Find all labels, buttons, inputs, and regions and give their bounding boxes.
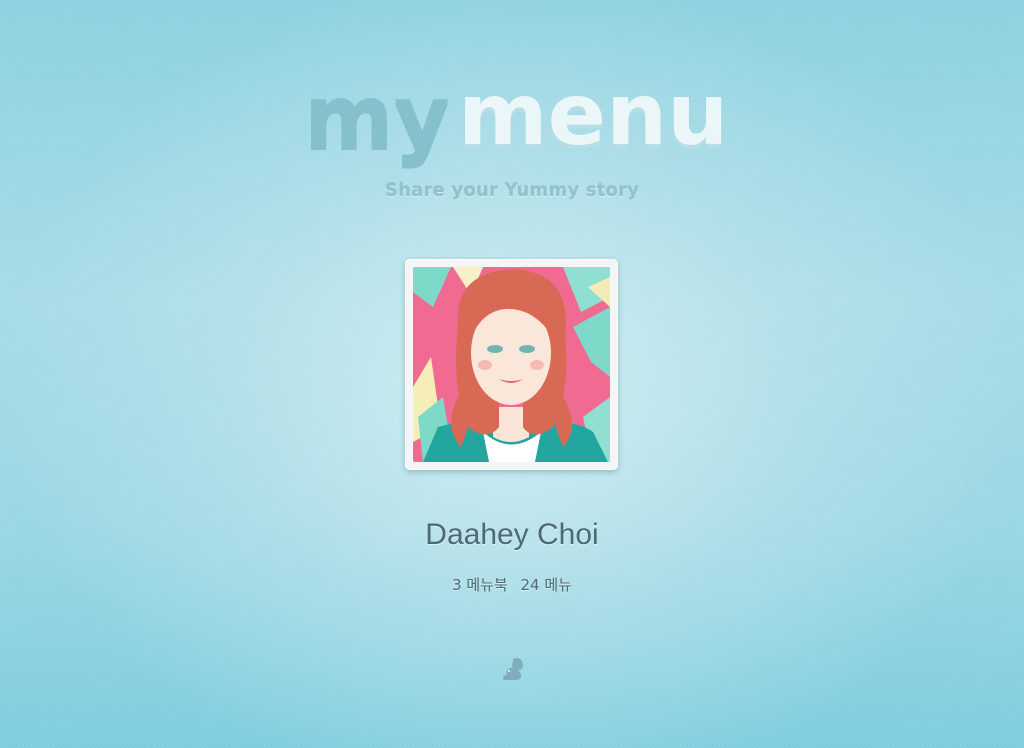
logo-menu: menu [458,72,724,165]
profile-name: Daahey Choi [425,518,599,551]
profile-stats: 3 메뉴북 24 메뉴 [0,574,1024,595]
tagline: Share your Yummy story [384,180,640,201]
squirrel-logo-icon [499,654,527,682]
avatar-illustration [413,267,610,462]
menubook-count[interactable]: 3 메뉴북 [452,576,508,594]
profile-avatar[interactable] [405,259,618,470]
logo-my: my [304,72,450,167]
app-logo: my my menu menu [300,72,724,172]
menu-count[interactable]: 24 메뉴 [521,576,572,594]
